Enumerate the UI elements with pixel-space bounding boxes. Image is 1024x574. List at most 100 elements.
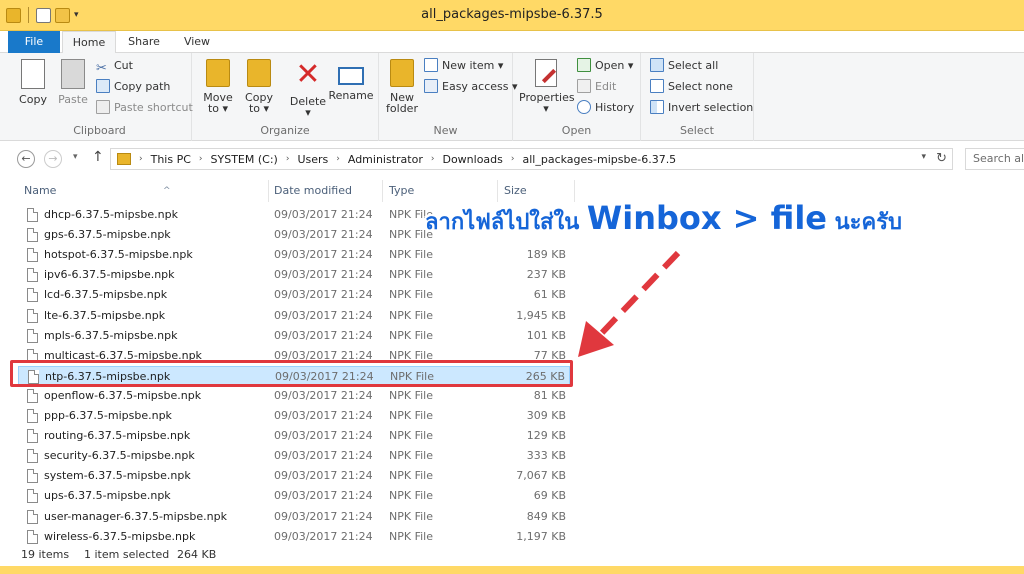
table-row[interactable]: lcd-6.37.5-mipsbe.npk 09/03/2017 21:24 NPK… bbox=[18, 285, 570, 305]
file-type: NPK File bbox=[389, 449, 433, 463]
table-row[interactable]: lte-6.37.5-mipsbe.npk 09/03/2017 21:24 NPK… bbox=[18, 306, 570, 326]
forward-button[interactable]: → bbox=[44, 150, 62, 168]
chevron-right-icon: › bbox=[510, 154, 515, 164]
organize-group-label: Organize bbox=[260, 124, 310, 137]
chevron-right-icon: › bbox=[285, 154, 290, 164]
column-divider[interactable] bbox=[268, 180, 269, 202]
select-none-button[interactable]: Select none bbox=[650, 77, 733, 97]
select-group-label: Select bbox=[680, 124, 714, 137]
file-name: user-manager-6.37.5-mipsbe.npk bbox=[44, 509, 227, 523]
status-bar: 19 items 1 item selected 264 KB bbox=[0, 544, 1024, 566]
recent-locations-icon[interactable]: ▾ bbox=[73, 152, 78, 162]
breadcrumb-users[interactable]: Users bbox=[297, 153, 328, 166]
file-type: NPK File bbox=[389, 268, 433, 282]
address-bar[interactable]: › This PC › SYSTEM (C:) › Users › Admini… bbox=[110, 148, 953, 170]
file-type: NPK File bbox=[389, 489, 433, 503]
invert-selection-button[interactable]: Invert selection bbox=[650, 98, 753, 118]
paste-shortcut-button[interactable]: Paste shortcut bbox=[96, 98, 193, 118]
cut-button[interactable]: ✂ Cut bbox=[96, 56, 133, 76]
table-row[interactable]: ppp-6.37.5-mipsbe.npk 09/03/2017 21:24 NPK… bbox=[18, 406, 570, 426]
sort-ascending-icon: ^ bbox=[163, 186, 171, 196]
table-row[interactable]: system-6.37.5-mipsbe.npk 09/03/2017 21:24… bbox=[18, 466, 570, 486]
breadcrumb-administrator[interactable]: Administrator bbox=[348, 153, 423, 166]
rename-button[interactable]: Rename bbox=[328, 57, 374, 102]
move-to-button[interactable]: Move to ▾ bbox=[198, 57, 238, 115]
breadcrumb-this-pc[interactable]: This PC bbox=[151, 153, 191, 166]
address-dropdown-icon[interactable]: ▾ bbox=[921, 152, 926, 162]
file-size: 1,945 KB bbox=[516, 308, 566, 322]
file-type: NPK File bbox=[389, 308, 433, 322]
breadcrumb-downloads[interactable]: Downloads bbox=[442, 153, 502, 166]
tab-file[interactable]: File bbox=[8, 31, 60, 53]
breadcrumb-system-c[interactable]: SYSTEM (C:) bbox=[211, 153, 278, 166]
file-icon bbox=[27, 228, 38, 243]
file-icon bbox=[27, 308, 38, 323]
file-type: NPK File bbox=[389, 469, 433, 483]
scissors-icon: ✂ bbox=[96, 61, 107, 76]
select-all-button[interactable]: Select all bbox=[650, 56, 718, 76]
new-folder-button[interactable]: New folder bbox=[383, 57, 421, 115]
delete-button[interactable]: ✕ Delete ▾ bbox=[286, 57, 330, 120]
window-border bbox=[0, 566, 1024, 574]
file-size: 81 KB bbox=[533, 388, 566, 402]
easy-access-button[interactable]: Easy access ▾ bbox=[424, 77, 518, 97]
column-divider[interactable] bbox=[382, 180, 383, 202]
annotation-part3: นะครับ bbox=[826, 210, 902, 235]
table-row[interactable]: routing-6.37.5-mipsbe.npk 09/03/2017 21:2… bbox=[18, 426, 570, 446]
file-type: NPK File bbox=[389, 509, 433, 523]
delete-icon: ✕ bbox=[295, 57, 321, 92]
tab-view[interactable]: View bbox=[174, 31, 220, 53]
file-icon bbox=[27, 529, 38, 544]
paste-shortcut-icon bbox=[96, 100, 110, 114]
table-row[interactable]: security-6.37.5-mipsbe.npk 09/03/2017 21:… bbox=[18, 446, 570, 466]
copy-to-button[interactable]: Copy to ▾ bbox=[239, 57, 279, 115]
refresh-icon[interactable]: ↻ bbox=[936, 151, 947, 166]
dashed-arrow-icon bbox=[578, 250, 681, 357]
new-item-button[interactable]: New item ▾ bbox=[424, 56, 503, 76]
select-none-icon bbox=[650, 79, 664, 93]
folder-icon bbox=[117, 153, 131, 165]
table-row[interactable]: ipv6-6.37.5-mipsbe.npk 09/03/2017 21:24 NP… bbox=[18, 265, 570, 285]
easy-access-icon bbox=[424, 79, 438, 93]
select-group: Select all Select none Invert selection … bbox=[641, 53, 754, 141]
file-name: mpls-6.37.5-mipsbe.npk bbox=[44, 328, 178, 342]
edit-button[interactable]: Edit bbox=[577, 77, 616, 97]
file-date-modified: 09/03/2017 21:24 bbox=[274, 268, 373, 282]
column-date-modified[interactable]: Date modified bbox=[274, 180, 382, 202]
table-row[interactable]: mpls-6.37.5-mipsbe.npk 09/03/2017 21:24 NP… bbox=[18, 326, 570, 346]
file-name: dhcp-6.37.5-mipsbe.npk bbox=[44, 208, 178, 221]
paste-label: Paste bbox=[58, 93, 88, 106]
search-input[interactable]: Search all_p... bbox=[965, 148, 1024, 170]
tab-share[interactable]: Share bbox=[120, 31, 168, 53]
file-list: Name ^ Date modified Type Size dhcp-6.37… bbox=[0, 175, 1024, 544]
organize-group: Move to ▾ Copy to ▾ ✕ Delete ▾ Rename Or… bbox=[192, 53, 379, 141]
table-row[interactable]: ups-6.37.5-mipsbe.npk 09/03/2017 21:24 NPK… bbox=[18, 486, 570, 506]
properties-button[interactable]: Properties ▾ bbox=[519, 57, 575, 115]
table-row[interactable]: hotspot-6.37.5-mipsbe.npk 09/03/2017 21:2… bbox=[18, 245, 570, 265]
file-size: 101 KB bbox=[526, 328, 566, 342]
table-row[interactable]: user-manager-6.37.5-mipsbe.npk 09/03/2017… bbox=[18, 507, 570, 527]
annotation-winbox-file: Winbox > file bbox=[586, 199, 827, 237]
copy-button[interactable]: Copy bbox=[14, 57, 52, 106]
copy-path-button[interactable]: Copy path bbox=[96, 77, 170, 97]
file-icon bbox=[27, 248, 38, 263]
annotation-part1: ลากไฟล์ไปใส่ใน bbox=[425, 210, 587, 235]
column-name[interactable]: Name ^ bbox=[24, 180, 270, 202]
tab-home[interactable]: Home bbox=[62, 31, 116, 54]
file-type: NPK File bbox=[389, 388, 433, 402]
file-icon bbox=[27, 208, 38, 222]
table-row[interactable]: openflow-6.37.5-mipsbe.npk 09/03/2017 21:… bbox=[18, 386, 570, 406]
file-icon bbox=[27, 489, 38, 504]
paste-button[interactable]: Paste bbox=[54, 57, 92, 106]
history-button[interactable]: History bbox=[577, 98, 634, 118]
file-name: gps-6.37.5-mipsbe.npk bbox=[44, 228, 171, 242]
up-button[interactable]: ↑ bbox=[92, 149, 104, 165]
file-icon bbox=[27, 288, 38, 303]
breadcrumb-current-folder[interactable]: all_packages-mipsbe-6.37.5 bbox=[523, 153, 677, 166]
file-name: system-6.37.5-mipsbe.npk bbox=[44, 469, 191, 483]
file-size: 69 KB bbox=[533, 489, 566, 503]
open-button[interactable]: Open ▾ bbox=[577, 56, 633, 76]
back-button[interactable]: ← bbox=[17, 150, 35, 168]
file-icon bbox=[27, 409, 38, 423]
file-size: 309 KB bbox=[526, 409, 566, 422]
